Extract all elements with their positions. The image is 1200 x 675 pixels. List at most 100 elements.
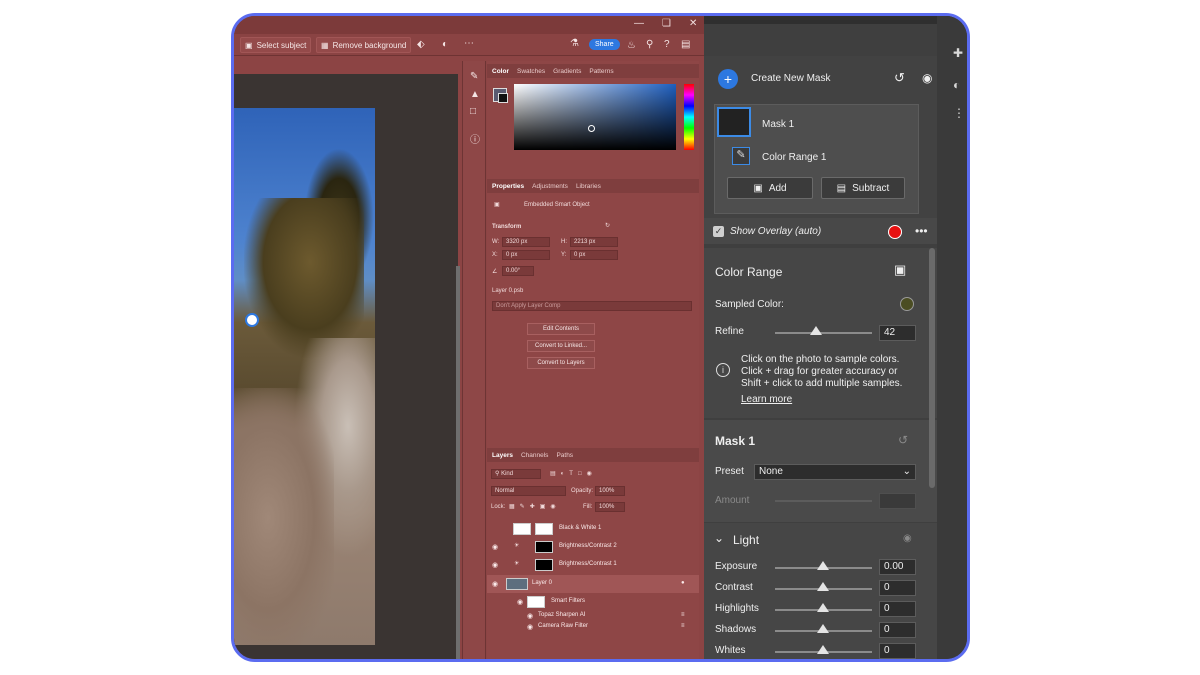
hue-slider[interactable] <box>684 84 694 150</box>
whites-field[interactable]: 0 <box>879 643 916 659</box>
sampled-color-swatch[interactable] <box>900 297 914 311</box>
color-picker-cursor[interactable] <box>588 125 595 132</box>
bell-icon[interactable]: ♨ <box>627 40 636 51</box>
visibility-eye-icon[interactable]: ◉ <box>492 543 498 551</box>
blend-mode-select[interactable]: Normal <box>491 486 566 496</box>
restore-icon[interactable]: ❏ <box>662 18 671 29</box>
search-icon[interactable]: ⚲ <box>646 39 653 50</box>
contrast-slider-thumb[interactable] <box>817 582 829 591</box>
reset-mask-settings-icon[interactable]: ↺ <box>898 433 908 447</box>
convert-to-layers-button[interactable]: Convert to Layers <box>527 357 595 369</box>
fill-field[interactable]: 100% <box>595 502 625 512</box>
x-field[interactable]: 0 px <box>502 250 550 260</box>
lock-icons[interactable]: ▦✎✚▣◉ <box>509 503 561 510</box>
tab-gradients[interactable]: Gradients <box>553 68 581 75</box>
refine-slider-thumb[interactable] <box>809 326 822 335</box>
sample-pin-icon[interactable] <box>245 313 259 327</box>
eyedropper-icon[interactable]: ▣ <box>894 262 906 278</box>
tab-color[interactable]: Color <box>492 68 509 75</box>
preset-select[interactable]: None ⌄ <box>754 464 916 480</box>
background-color-swatch[interactable] <box>498 93 508 103</box>
tab-channels[interactable]: Channels <box>521 452 548 459</box>
mask-name[interactable]: Mask 1 <box>762 119 794 130</box>
width-field[interactable]: 3320 px <box>502 237 550 247</box>
create-mask-plus-icon[interactable]: + <box>718 69 738 89</box>
reset-transform-icon[interactable]: ↻ <box>605 222 610 229</box>
mask-mode-icon[interactable]: ◐ <box>442 39 448 50</box>
filter-options-icon[interactable]: ≡ <box>681 623 685 629</box>
share-button[interactable]: Share <box>589 39 620 50</box>
overlay-color-swatch[interactable] <box>888 225 902 239</box>
component-name[interactable]: Color Range 1 <box>762 152 826 163</box>
height-field[interactable]: 2213 px <box>570 237 618 247</box>
subtract-button[interactable]: ▤ Subtract <box>821 177 905 199</box>
comment-icon[interactable]: □ <box>470 106 476 117</box>
light-visibility-eye-icon[interactable]: ◉ <box>903 533 912 544</box>
light-title[interactable]: Light <box>733 533 759 547</box>
layer-row[interactable]: ◉ Camera Raw Filter ≡ <box>487 619 699 637</box>
color-picker-field[interactable] <box>514 84 676 150</box>
layer-row[interactable]: Black & White 1 <box>487 520 699 538</box>
overlay-more-icon[interactable]: ••• <box>915 224 928 238</box>
opacity-field[interactable]: 100% <box>595 486 625 496</box>
more-tools-icon[interactable]: ⋮ <box>953 106 965 120</box>
visibility-eye-icon[interactable]: ◉ <box>922 71 932 85</box>
tab-swatches[interactable]: Swatches <box>517 68 545 75</box>
refine-slider-track[interactable] <box>775 332 872 334</box>
add-button[interactable]: ▣ Add <box>727 177 813 199</box>
layer-row[interactable]: ◉ ☀ Brightness/Contrast 2 <box>487 538 699 556</box>
refine-field[interactable]: 42 <box>879 325 916 341</box>
visibility-eye-icon[interactable]: ◉ <box>517 598 523 606</box>
tab-adjustments[interactable]: Adjustments <box>532 183 568 190</box>
highlights-slider-thumb[interactable] <box>817 603 829 612</box>
layer-row[interactable]: ◉ ☀ Brightness/Contrast 1 <box>487 556 699 574</box>
select-subject-button[interactable]: ▣ Select subject <box>240 37 312 53</box>
convert-to-linked-button[interactable]: Convert to Linked... <box>527 340 595 352</box>
filter-options-icon[interactable]: ≡ <box>681 612 685 618</box>
chevron-down-icon[interactable]: ⌄ <box>714 531 724 545</box>
tab-paths[interactable]: Paths <box>556 452 573 459</box>
visibility-eye-icon[interactable]: ◉ <box>492 561 498 569</box>
canvas-scrollbar[interactable] <box>456 266 460 659</box>
angle-field[interactable]: 0.00° <box>502 266 534 276</box>
tab-layers[interactable]: Layers <box>492 452 513 459</box>
history-icon[interactable]: ✎ <box>470 71 478 82</box>
edit-tool-icon[interactable]: ✚ <box>953 46 963 60</box>
visibility-eye-icon[interactable]: ◉ <box>492 580 498 588</box>
contrast-field[interactable]: 0 <box>879 580 916 596</box>
workspace-icon[interactable]: ▤ <box>681 39 690 50</box>
close-icon[interactable]: ✕ <box>689 18 697 29</box>
mask-thumbnail[interactable] <box>717 107 751 137</box>
tab-patterns[interactable]: Patterns <box>589 68 613 75</box>
visibility-eye-icon[interactable]: ◉ <box>527 623 533 631</box>
reset-mask-icon[interactable]: ↺ <box>894 70 905 86</box>
whites-slider-thumb[interactable] <box>817 645 829 654</box>
shadows-slider-thumb[interactable] <box>817 624 829 633</box>
shadows-field[interactable]: 0 <box>879 622 916 638</box>
exposure-field[interactable]: 0.00 <box>879 559 916 575</box>
layer-filter-icons[interactable]: ▤◐T□◉ <box>550 470 597 477</box>
y-field[interactable]: 0 px <box>570 250 618 260</box>
create-new-mask-label[interactable]: Create New Mask <box>751 73 830 84</box>
masking-tool-icon[interactable]: ◐ <box>953 78 960 92</box>
layer-comp-select[interactable]: Don't Apply Layer Comp <box>492 301 692 311</box>
transform-icon[interactable]: ⬖ <box>417 39 425 50</box>
learn-more-link[interactable]: Learn more <box>741 394 792 405</box>
info-icon[interactable]: ⓘ <box>470 131 480 146</box>
edit-contents-button[interactable]: Edit Contents <box>527 323 595 335</box>
brush-icon[interactable]: ▲ <box>470 89 480 100</box>
flask-icon[interactable]: ⚗ <box>570 38 579 49</box>
layer-row-selected[interactable]: ◉ Layer 0 ● <box>487 575 699 593</box>
photo-canvas[interactable] <box>234 108 375 645</box>
highlights-field[interactable]: 0 <box>879 601 916 617</box>
remove-background-button[interactable]: ▦ Remove background <box>316 37 412 53</box>
show-overlay-checkbox[interactable]: ✓ <box>713 226 724 237</box>
layer-filter-select[interactable]: ⚲ Kind <box>491 469 541 479</box>
show-overlay-label[interactable]: Show Overlay (auto) <box>730 226 821 237</box>
help-icon[interactable]: ? <box>664 39 670 50</box>
exposure-slider-thumb[interactable] <box>817 561 829 570</box>
tab-properties[interactable]: Properties <box>492 183 524 190</box>
minimize-icon[interactable]: — <box>634 18 644 29</box>
more-options-icon[interactable]: ⋯ <box>464 38 474 49</box>
panel-scrollbar[interactable] <box>929 248 935 488</box>
